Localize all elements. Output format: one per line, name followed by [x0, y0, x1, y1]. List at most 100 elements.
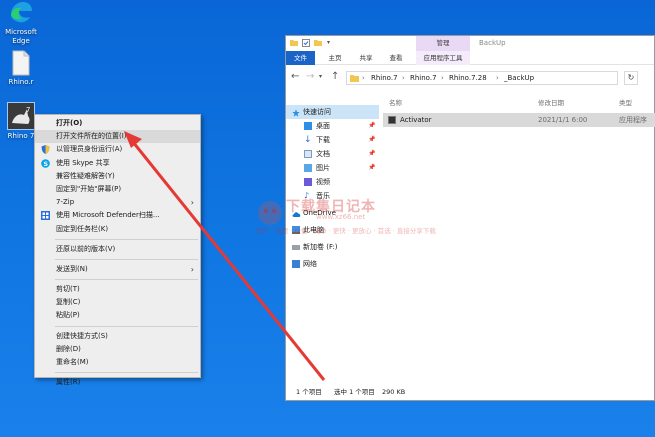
video-icon: [304, 178, 312, 186]
cloud-icon: [292, 209, 301, 217]
status-selected: 选中 1 个项目: [334, 388, 375, 396]
sidebar-item-drive-f[interactable]: 新加卷 (F:): [286, 240, 379, 254]
ribbon-manage-group: 管理: [416, 36, 470, 51]
breadcrumb-separator: ›: [496, 74, 499, 82]
tab-home[interactable]: 主页: [323, 51, 347, 65]
sidebar-item-this-pc[interactable]: 此电脑: [286, 223, 379, 237]
network-icon: [292, 260, 300, 268]
breadcrumb-item[interactable]: _BackUp: [504, 72, 534, 84]
folder-icon: [350, 74, 359, 86]
file-modified: 2021/1/1 6:00: [538, 116, 588, 124]
menu-item-properties[interactable]: 属性(R): [35, 376, 200, 389]
tab-share[interactable]: 共享: [354, 51, 378, 65]
menu-separator: [55, 238, 198, 240]
breadcrumb-separator: ›: [362, 74, 365, 82]
sidebar-item-onedrive[interactable]: OneDrive: [286, 206, 379, 220]
pin-icon: 📌: [368, 136, 376, 143]
breadcrumb-item[interactable]: Rhino.7: [410, 72, 437, 84]
customize-qa-icon[interactable]: ▾: [327, 39, 335, 47]
status-size: 290 KB: [382, 388, 406, 396]
sidebar-item-downloads[interactable]: ↓ 下载 📌: [286, 133, 379, 147]
menu-item-paste[interactable]: 粘贴(P): [35, 309, 200, 322]
file-icon: [8, 50, 34, 76]
properties-quick-icon[interactable]: [302, 39, 310, 47]
desktop-icon-label: Microsoft Edge: [5, 28, 37, 45]
forward-arrow-icon[interactable]: →: [306, 71, 314, 83]
menu-item-restore-versions[interactable]: 还原以前的版本(V): [35, 243, 200, 256]
breadcrumb-separator: ›: [441, 74, 444, 82]
menu-separator: [55, 258, 198, 260]
folder-icon: [290, 39, 298, 47]
window-title: BackUp: [479, 39, 506, 47]
menu-item-create-shortcut[interactable]: 创建快捷方式(S): [35, 330, 200, 343]
refresh-button[interactable]: ↻: [624, 71, 638, 85]
download-icon: ↓: [304, 135, 312, 145]
up-arrow-icon[interactable]: ↑: [331, 71, 339, 83]
pin-icon: 📌: [368, 122, 376, 129]
column-header-type[interactable]: 类型: [619, 96, 632, 110]
drive-icon: [292, 245, 300, 250]
menu-item-pin-to-taskbar[interactable]: 固定到任务栏(K): [35, 223, 200, 236]
back-arrow-icon[interactable]: ←: [291, 71, 299, 83]
tab-application-tools[interactable]: 应用程序工具: [416, 51, 470, 65]
file-name: Activator: [400, 116, 432, 124]
desktop-icon-label: Rhino.r: [8, 78, 34, 86]
desktop-icon: [304, 122, 312, 130]
chevron-right-icon: ›: [190, 264, 194, 274]
menu-separator: [55, 372, 198, 374]
menu-item-open-file-location[interactable]: 打开文件所在的位置(I): [35, 130, 200, 144]
pin-icon: 📌: [368, 150, 376, 157]
svg-text:S: S: [43, 160, 48, 168]
sidebar-item-pictures[interactable]: 图片 📌: [286, 161, 379, 175]
sidebar-item-network[interactable]: 网络: [286, 257, 379, 271]
app-icon: [388, 116, 396, 124]
sidebar-item-documents[interactable]: 文档 📌: [286, 147, 379, 161]
new-folder-quick-icon[interactable]: [314, 39, 322, 47]
document-icon: [304, 150, 312, 158]
menu-item-7zip[interactable]: 7-Zip ›: [35, 196, 200, 209]
defender-icon: [41, 211, 50, 221]
menu-item-run-as-admin[interactable]: 以管理员身份运行(A): [35, 143, 200, 156]
menu-item-send-to[interactable]: 发送到(N) ›: [35, 263, 200, 276]
title-bar: ▾ 管理 BackUp: [286, 36, 654, 51]
column-header-modified[interactable]: 修改日期: [538, 96, 564, 110]
menu-item-open[interactable]: 打开(O): [35, 117, 200, 130]
menu-item-copy[interactable]: 复制(C): [35, 296, 200, 309]
navigation-pane: 快速访问 桌面 📌 ↓ 下载 📌 文档 📌 图片 📌 视频 ♪ 音乐 OneDr…: [286, 99, 379, 379]
file-type: 应用程序: [619, 116, 647, 124]
desktop-icon-rhino-file[interactable]: Rhino.r: [0, 50, 42, 87]
pin-icon: 📌: [368, 164, 376, 171]
menu-item-cut[interactable]: 剪切(T): [35, 283, 200, 296]
breadcrumb-item[interactable]: Rhino.7.28: [449, 72, 487, 84]
chevron-right-icon: ›: [190, 198, 194, 208]
tab-file[interactable]: 文件: [286, 51, 315, 65]
status-bar: 1 个项目 选中 1 个项目 290 KB: [286, 385, 654, 400]
skype-icon: S: [41, 158, 50, 168]
breadcrumb-item[interactable]: Rhino.7: [371, 72, 398, 84]
menu-item-pin-to-start[interactable]: 固定到"开始"屏幕(P): [35, 183, 200, 196]
menu-item-delete[interactable]: 删除(D): [35, 343, 200, 356]
tab-view[interactable]: 查看: [384, 51, 408, 65]
edge-icon: [8, 0, 34, 26]
rhino-icon: 7: [7, 102, 35, 130]
menu-item-share-skype[interactable]: S 使用 Skype 共享: [35, 157, 200, 170]
shield-icon: [41, 145, 50, 155]
sidebar-item-music[interactable]: ♪ 音乐: [286, 189, 379, 203]
desktop-icon-edge[interactable]: Microsoft Edge: [0, 0, 42, 46]
picture-icon: [304, 164, 312, 172]
context-menu: 打开(O) 打开文件所在的位置(I) 以管理员身份运行(A) S 使用 Skyp…: [34, 114, 201, 386]
menu-separator: [55, 279, 198, 281]
sidebar-item-videos[interactable]: 视频: [286, 175, 379, 189]
status-item-count: 1 个项目: [296, 388, 322, 396]
menu-item-rename[interactable]: 重命名(M): [35, 356, 200, 369]
navigation-bar: ← → ▾ ↑ › Rhino.7 › Rhino.7 › Rhino.7.28…: [286, 67, 654, 87]
address-bar[interactable]: › Rhino.7 › Rhino.7 › Rhino.7.28 › _Back…: [346, 71, 618, 85]
sidebar-item-desktop[interactable]: 桌面 📌: [286, 119, 379, 133]
menu-item-compat-troubleshoot[interactable]: 兼容性疑难解答(Y): [35, 170, 200, 183]
file-list: 名称 修改日期 类型 Activator 2021/1/1 6:00 应用程序: [381, 96, 655, 381]
history-dropdown-icon[interactable]: ▾: [319, 71, 322, 83]
file-row[interactable]: Activator 2021/1/1 6:00 应用程序: [383, 113, 655, 127]
sidebar-item-quick-access[interactable]: 快速访问: [286, 105, 379, 119]
menu-item-defender-scan[interactable]: 使用 Microsoft Defender扫描...: [35, 209, 200, 222]
column-header-name[interactable]: 名称: [389, 96, 402, 110]
